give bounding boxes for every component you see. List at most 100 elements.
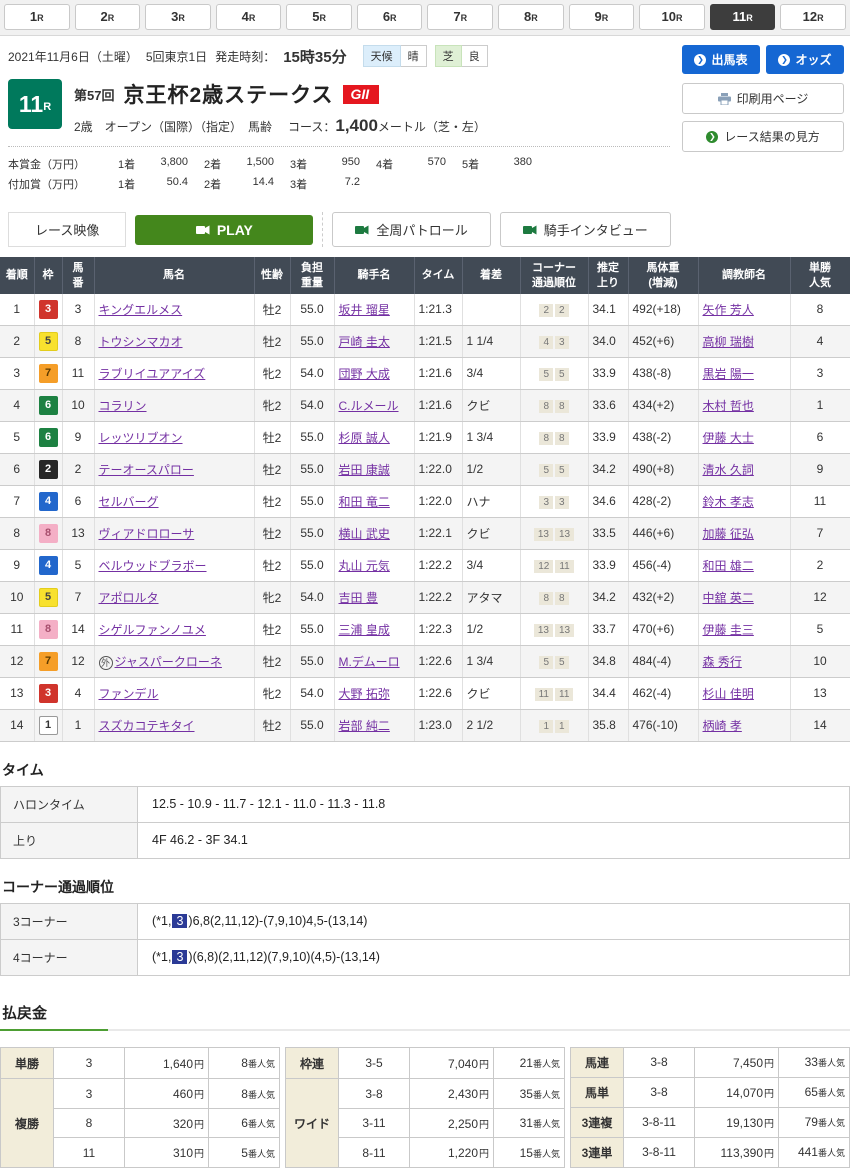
jockey-link[interactable]: 横山 武史 — [339, 527, 390, 541]
result-guide-button[interactable]: ❯ レース結果の見方 — [682, 121, 844, 152]
play-button[interactable]: PLAY — [135, 215, 313, 245]
jockey-link[interactable]: 和田 竜二 — [339, 495, 390, 509]
corner-order-pre: (*1, — [152, 950, 171, 964]
frame-cell: 7 — [34, 645, 62, 677]
race-tab-2r[interactable]: 2R — [75, 4, 141, 30]
patrol-video-button[interactable]: 全周パトロール — [332, 212, 490, 247]
race-tab-4r[interactable]: 4R — [216, 4, 282, 30]
prize-row: 付加賞（万円）1着50.42着14.43着7.2 — [8, 174, 842, 194]
prize-block: 本賞金（万円）1着3,8002着1,5003着9504着5705着380付加賞（… — [8, 154, 842, 200]
trainer-link[interactable]: 黒岩 陽一 — [703, 367, 754, 381]
sex-age: 牡2 — [254, 549, 290, 581]
jockey-link[interactable]: 大野 拓弥 — [339, 687, 390, 701]
trainer-link[interactable]: 柄崎 孝 — [703, 719, 742, 733]
jockey-link[interactable]: 丸山 元気 — [339, 559, 390, 573]
race-tab-11r[interactable]: 11R — [710, 4, 776, 30]
horse-name-link[interactable]: ラブリイユアアイズ — [99, 367, 206, 381]
highlighted-horse-number: 3 — [172, 950, 187, 964]
race-tab-5r[interactable]: 5R — [286, 4, 352, 30]
entry-table-button[interactable]: ❯ 出馬表 — [682, 45, 760, 74]
frame-number-badge: 3 — [39, 300, 58, 319]
trainer-link[interactable]: 清水 久詞 — [703, 463, 754, 477]
body-weight: 452(+6) — [628, 325, 698, 357]
horse-name-link[interactable]: レッツリブオン — [99, 431, 183, 445]
finish-position: 3 — [0, 357, 34, 389]
bet-type-label: 馬単 — [571, 1077, 624, 1107]
win-popularity: 9 — [790, 453, 850, 485]
jockey-link[interactable]: 三浦 皇成 — [339, 623, 390, 637]
sex-age: 牡2 — [254, 517, 290, 549]
corner-position-badge: 3 — [555, 496, 569, 509]
finish-position: 2 — [0, 325, 34, 357]
print-page-button[interactable]: 印刷用ページ — [682, 83, 844, 114]
corner-position-badge: 12 — [534, 560, 553, 573]
horse-name-link[interactable]: キングエルメス — [99, 303, 183, 317]
trainer-link[interactable]: 高柳 瑞樹 — [703, 335, 754, 349]
payout-amount: 7,450円 — [695, 1047, 779, 1077]
horse-name-link[interactable]: ヴィアドロローサ — [99, 527, 195, 541]
yen-suffix: 円 — [764, 1089, 774, 1100]
corner-row-label: 3コーナー — [1, 903, 138, 939]
trainer-link[interactable]: 鈴木 孝志 — [703, 495, 754, 509]
bet-type-label: 3連単 — [571, 1137, 624, 1167]
trainer-link[interactable]: 和田 雄二 — [703, 559, 754, 573]
jockey-link[interactable]: 岩田 康誠 — [339, 463, 390, 477]
frame-cell: 6 — [34, 389, 62, 421]
finish-position: 13 — [0, 677, 34, 709]
trainer-link[interactable]: 伊藤 圭三 — [703, 623, 754, 637]
frame-number-badge: 8 — [39, 620, 58, 639]
horse-number: 1 — [62, 709, 94, 741]
race-tab-3r[interactable]: 3R — [145, 4, 211, 30]
horse-name-link[interactable]: ベルウッドブラボー — [99, 559, 207, 573]
jockey-interview-button[interactable]: 騎手インタビュー — [500, 212, 671, 247]
payout-combination: 3 — [54, 1079, 125, 1108]
horse-name-link[interactable]: スズカコテキタイ — [99, 719, 195, 733]
body-weight: 492(+18) — [628, 294, 698, 326]
race-tab-9r[interactable]: 9R — [569, 4, 635, 30]
trainer-link[interactable]: 中舘 英二 — [703, 591, 754, 605]
odds-button[interactable]: ❯ オッズ — [766, 45, 844, 74]
horse-name-link[interactable]: テーオースパロー — [99, 463, 194, 477]
jockey-link[interactable]: 坂井 瑠星 — [339, 303, 390, 317]
jockey-link[interactable]: C.ルメール — [339, 399, 399, 413]
horse-name-link[interactable]: ジャスパークローネ — [115, 655, 222, 669]
trainer-link[interactable]: 伊藤 大士 — [703, 431, 754, 445]
results-col-header: 馬 番 — [62, 257, 94, 294]
trainer-link[interactable]: 杉山 佳明 — [703, 687, 754, 701]
trainer-link[interactable]: 木村 哲也 — [703, 399, 754, 413]
horse-name-link[interactable]: アポロルタ — [99, 591, 159, 605]
horse-name-link[interactable]: シゲルファンノユメ — [99, 623, 206, 637]
race-tab-6r[interactable]: 6R — [357, 4, 423, 30]
carried-weight: 55.0 — [290, 645, 334, 677]
margin: 2 1/2 — [462, 709, 520, 741]
jockey-link[interactable]: M.デムーロ — [339, 655, 400, 669]
horse-name-link[interactable]: ファンデル — [99, 687, 159, 701]
margin: 1/2 — [462, 613, 520, 645]
result-row: 4610コラリン牝254.0C.ルメール1:21.6クビ8833.6434(+2… — [0, 389, 850, 421]
race-tab-12r[interactable]: 12R — [780, 4, 846, 30]
horse-name-link[interactable]: トウシンマカオ — [99, 335, 183, 349]
race-tab-8r[interactable]: 8R — [498, 4, 564, 30]
entry-table-label: 出馬表 — [711, 51, 747, 68]
trainer-link[interactable]: 加藤 征弘 — [703, 527, 754, 541]
horse-name-link[interactable]: コラリン — [99, 399, 147, 413]
margin: ハナ — [462, 485, 520, 517]
horse-number: 12 — [62, 645, 94, 677]
horse-name-link[interactable]: セルバーグ — [99, 495, 159, 509]
jockey-link[interactable]: 吉田 豊 — [339, 591, 378, 605]
jockey-link[interactable]: 杉原 誠人 — [339, 431, 390, 445]
jockey-link[interactable]: 岩部 純二 — [339, 719, 390, 733]
trainer-link[interactable]: 矢作 芳人 — [703, 303, 754, 317]
popularity-value: 33 — [805, 1055, 818, 1069]
payout-row: 馬単3-814,070円65番人気 — [571, 1077, 850, 1107]
jockey-link[interactable]: 団野 大成 — [339, 367, 390, 381]
frame-number-badge: 6 — [39, 396, 58, 415]
payout-section-title: 払戻金 — [0, 1002, 850, 1023]
popularity-value: 15 — [520, 1146, 533, 1160]
jockey-link[interactable]: 戸崎 圭太 — [339, 335, 390, 349]
trainer-link[interactable]: 森 秀行 — [703, 655, 742, 669]
race-tab-7r[interactable]: 7R — [427, 4, 493, 30]
race-tab-1r[interactable]: 1R — [4, 4, 70, 30]
payout-popularity: 8番人気 — [209, 1079, 280, 1108]
race-tab-10r[interactable]: 10R — [639, 4, 705, 30]
